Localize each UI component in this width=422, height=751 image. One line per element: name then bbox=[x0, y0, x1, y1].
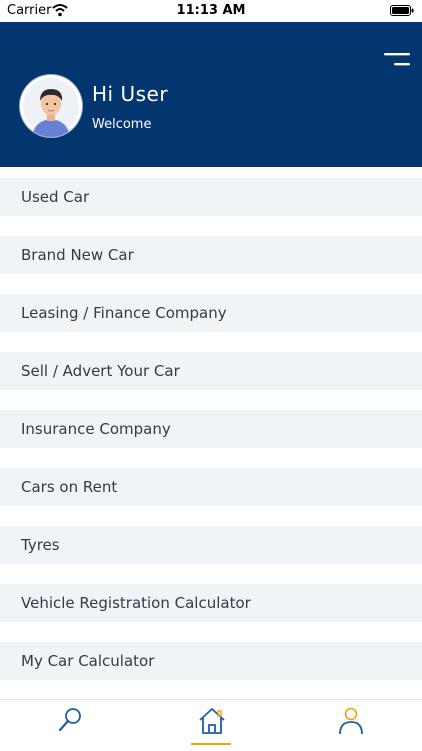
tab-search[interactable] bbox=[40, 700, 100, 751]
hamburger-menu-icon[interactable] bbox=[384, 52, 410, 68]
profile-header: Hi User Welcome bbox=[0, 22, 422, 167]
menu-item-insurance[interactable]: Insurance Company bbox=[0, 410, 422, 448]
user-avatar-icon bbox=[20, 75, 82, 137]
menu-item-used-car[interactable]: Used Car bbox=[0, 178, 422, 216]
avatar[interactable] bbox=[20, 75, 82, 137]
battery-icon bbox=[390, 5, 414, 16]
tab-profile[interactable] bbox=[321, 700, 381, 751]
menu-item-leasing-finance[interactable]: Leasing / Finance Company bbox=[0, 294, 422, 332]
bottom-tab-bar bbox=[0, 699, 422, 751]
menu-item-label: Used Car bbox=[21, 188, 90, 206]
menu-item-registration-calculator[interactable]: Vehicle Registration Calculator bbox=[0, 584, 422, 622]
menu-item-label: Insurance Company bbox=[21, 420, 171, 438]
selected-tab-indicator bbox=[191, 743, 231, 745]
menu-item-brand-new-car[interactable]: Brand New Car bbox=[0, 236, 422, 274]
menu-item-label: Tyres bbox=[21, 536, 60, 554]
tab-home[interactable] bbox=[181, 700, 241, 751]
menu-item-label: Brand New Car bbox=[21, 246, 134, 264]
greeting-title: Hi User bbox=[92, 82, 169, 106]
menu-list: Used Car Brand New Car Leasing / Finance… bbox=[0, 178, 422, 700]
welcome-subtitle: Welcome bbox=[92, 117, 152, 132]
search-icon bbox=[58, 708, 81, 732]
menu-item-tyres[interactable]: Tyres bbox=[0, 526, 422, 564]
menu-item-cars-on-rent[interactable]: Cars on Rent bbox=[0, 468, 422, 506]
profile-icon bbox=[339, 707, 363, 735]
menu-item-sell-advert[interactable]: Sell / Advert Your Car bbox=[0, 352, 422, 390]
menu-item-label: Cars on Rent bbox=[21, 478, 118, 496]
menu-item-label: Sell / Advert Your Car bbox=[21, 362, 180, 380]
home-icon bbox=[199, 708, 225, 734]
menu-item-label: Vehicle Registration Calculator bbox=[21, 594, 251, 612]
status-bar: Carrier 11:13 AM bbox=[0, 0, 422, 22]
status-time: 11:13 AM bbox=[176, 3, 246, 18]
menu-item-my-car-calculator[interactable]: My Car Calculator bbox=[0, 642, 422, 680]
menu-item-label: My Car Calculator bbox=[21, 652, 155, 670]
menu-item-label: Leasing / Finance Company bbox=[21, 304, 227, 322]
